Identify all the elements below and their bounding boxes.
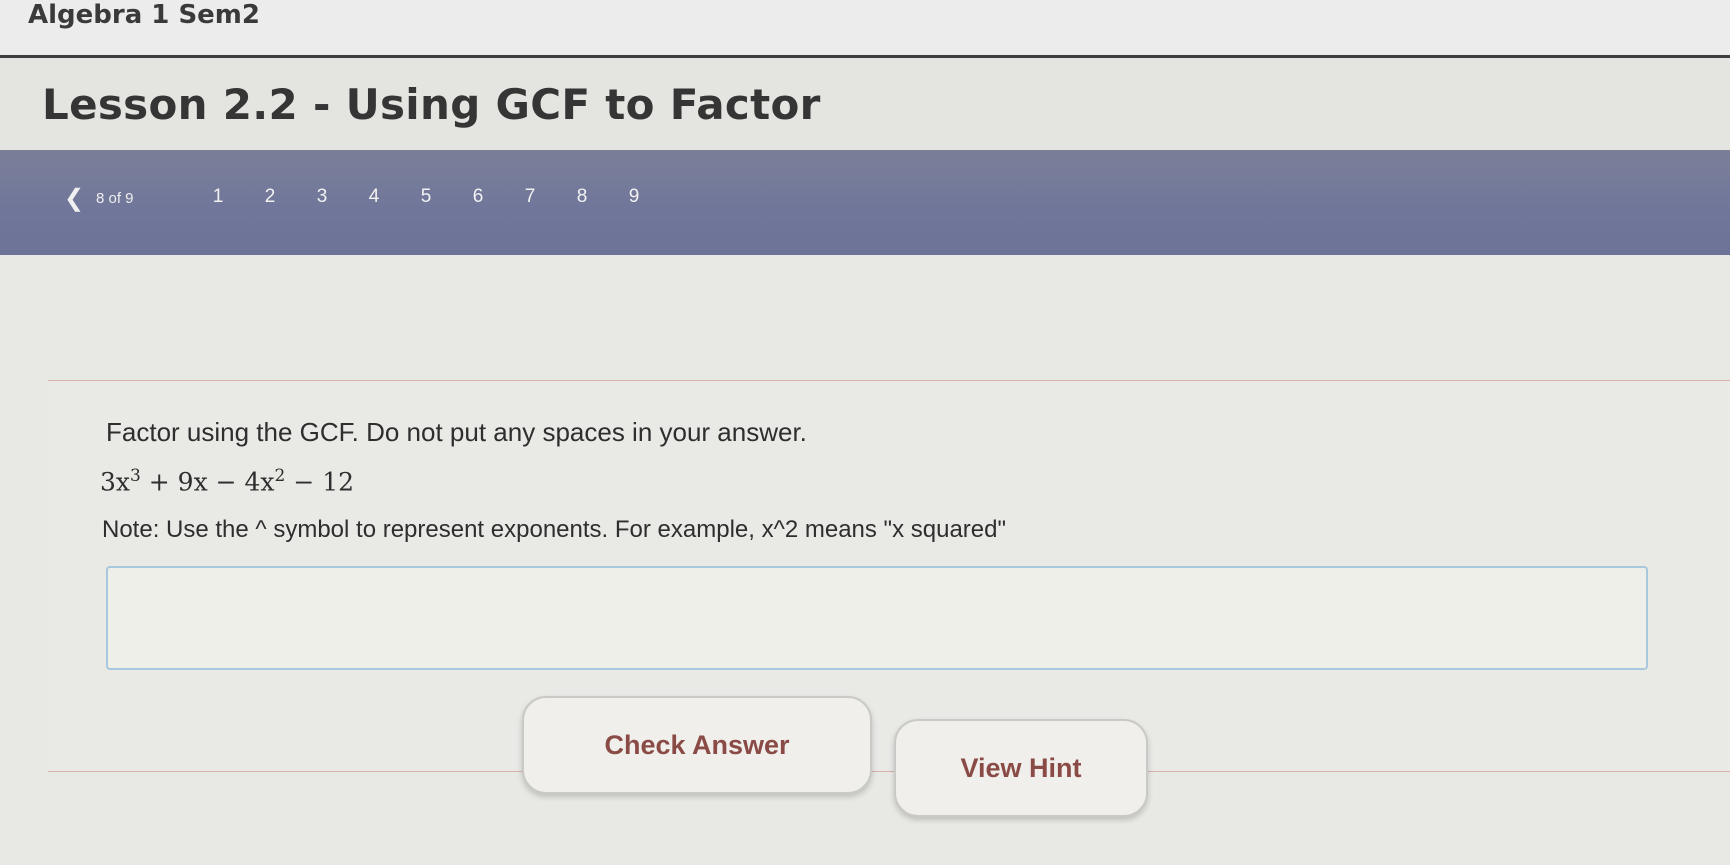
page-link-1[interactable]: 1 xyxy=(192,186,244,208)
page-link-2[interactable]: 2 xyxy=(244,186,296,208)
expression-term-2: + 9x − 4x xyxy=(140,467,275,497)
lesson-title: Lesson 2.2 - Using GCF to Factor xyxy=(42,80,821,129)
question-navigation: ❮ 8 of 9 1 2 3 4 5 6 7 8 9 xyxy=(0,150,1730,255)
exponent-note: Note: Use the ^ symbol to represent expo… xyxy=(102,516,1006,543)
lesson-header: Lesson 2.2 - Using GCF to Factor xyxy=(0,58,1730,150)
page-list: 1 2 3 4 5 6 7 8 9 xyxy=(192,186,660,208)
course-title: Algebra 1 Sem2 xyxy=(28,0,260,30)
question-counter: 8 of 9 xyxy=(96,190,134,207)
page-link-9[interactable]: 9 xyxy=(608,186,660,208)
answer-input[interactable] xyxy=(106,566,1648,670)
page-link-6[interactable]: 6 xyxy=(452,186,504,208)
main-content: Factor using the GCF. Do not put any spa… xyxy=(0,255,1730,865)
question-instructions: Factor using the GCF. Do not put any spa… xyxy=(106,417,807,447)
page-link-7[interactable]: 7 xyxy=(504,186,556,208)
expression-term-3: − 12 xyxy=(285,467,355,497)
expression-exponent-2: 2 xyxy=(274,466,286,486)
chevron-left-icon[interactable]: ❮ xyxy=(64,184,84,213)
check-answer-button[interactable]: Check Answer xyxy=(522,696,872,794)
expression-term-1: 3x xyxy=(100,467,131,497)
page-link-4[interactable]: 4 xyxy=(348,186,400,208)
expression-exponent-1: 3 xyxy=(130,466,141,486)
view-hint-button[interactable]: View Hint xyxy=(894,719,1148,817)
course-header: Algebra 1 Sem2 xyxy=(0,0,1730,58)
page-link-8[interactable]: 8 xyxy=(556,186,608,208)
question-card: Factor using the GCF. Do not put any spa… xyxy=(48,380,1730,817)
math-expression: 3x3 + 9x − 4x2 − 12 xyxy=(100,466,354,496)
page-link-5[interactable]: 5 xyxy=(400,186,452,208)
page-link-3[interactable]: 3 xyxy=(296,186,348,208)
